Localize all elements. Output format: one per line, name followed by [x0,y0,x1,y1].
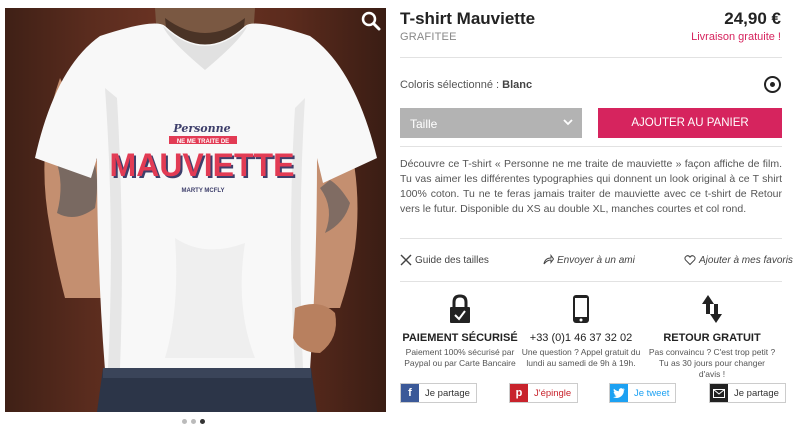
add-to-cart-button[interactable]: AJOUTER AU PANIER [598,108,782,138]
divider [400,146,782,147]
product-title: T-shirt Mauviette [400,9,536,28]
add-favorite-link[interactable]: Ajouter à mes favoris [684,254,793,266]
secure-payment-line-1: Paiement 100% sécurisé par [405,347,515,357]
product-description: Découvre ce T-shirt « Personne ne me tra… [400,158,782,215]
free-return-line-2: Tu as 30 jours pour changer d'avis ! [659,358,765,379]
share-twitter-button[interactable]: Je tweet [609,383,677,403]
size-guide-label: Guide des tailles [415,254,489,266]
free-return-title: RETOUR GRATUIT [663,332,761,344]
gallery-dot[interactable] [182,419,187,424]
share-arrow-icon [543,254,554,265]
share-facebook-button[interactable]: f Je partage [400,383,477,403]
zoom-icon[interactable] [360,10,382,32]
shipping-note: Livraison gratuite ! [691,31,781,43]
colour-label: Coloris sélectionné : [400,79,500,91]
lock-icon [450,294,470,323]
divider [400,238,782,239]
envelope-icon [710,384,728,402]
share-twitter-label: Je tweet [634,387,670,399]
gallery-dot-active[interactable] [200,419,205,424]
chevron-down-icon [563,119,573,126]
share-facebook-label: Je partage [425,387,470,399]
secure-payment-title: PAIEMENT SÉCURISÉ [402,332,518,344]
size-select[interactable]: Taille [400,108,582,138]
share-email-label: Je partage [734,387,779,399]
product-price: 24,90 € [724,9,781,28]
send-friend-link[interactable]: Envoyer à un ami [542,254,635,266]
share-pinterest-button[interactable]: p J'épingle [509,383,579,403]
print-line-1: Personne [172,122,230,135]
free-return-line-1: Pas convaincu ? C'est trop petit ? [648,347,776,357]
gallery-pagination [182,419,205,424]
product-brand[interactable]: GRAFITEE [400,31,457,43]
share-pinterest-label: J'épingle [534,387,572,399]
selected-colour: Coloris sélectionné : Blanc [400,79,532,91]
twitter-icon [610,384,628,402]
phone-support-line-1: Une question ? Appel gratuit du [521,347,641,357]
print-line-3: MAUVIETTE [110,147,295,183]
gallery-dot[interactable] [191,419,196,424]
swap-arrows-icon [702,295,722,323]
phone-icon [573,295,589,323]
phone-support-text: Une question ? Appel gratuit du lundi au… [517,347,645,369]
secure-payment-line-2: Paypal ou par Carte Bancaire [404,358,516,368]
size-guide-link[interactable]: Guide des tailles [400,254,489,266]
share-email-button[interactable]: Je partage [709,383,786,403]
facebook-icon: f [401,384,419,402]
colour-swatch-white[interactable] [764,76,781,93]
secure-payment-text: Paiement 100% sécurisé par Paypal ou par… [396,347,524,369]
send-friend-label: Envoyer à un ami [557,254,635,266]
phone-support-block: +33 (0)1 46 37 32 02 Une question ? Appe… [517,294,645,369]
heart-icon [684,255,696,266]
print-line-4: MARTY MCFLY [181,188,224,194]
tshirt-model-photo: Personne NE ME TRAITE DE MAUVIETTE MAUVI… [35,8,377,412]
size-select-label: Taille [410,117,438,131]
scissors-icon [400,254,412,266]
divider [400,281,782,282]
add-favorite-label: Ajouter à mes favoris [699,254,793,266]
divider [400,57,782,58]
pinterest-icon: p [510,384,528,402]
product-image[interactable]: Personne NE ME TRAITE DE MAUVIETTE MAUVI… [5,8,386,412]
support-phone-number[interactable]: +33 (0)1 46 37 32 02 [517,332,645,344]
print-line-2: NE ME TRAITE DE [177,139,229,145]
free-return-block: RETOUR GRATUIT Pas convaincu ? C'est tro… [648,294,776,380]
colour-value: Blanc [502,79,533,91]
free-return-text: Pas convaincu ? C'est trop petit ? Tu as… [648,347,776,380]
phone-support-line-2: lundi au samedi de 9h à 19h. [526,358,636,368]
secure-payment-block: PAIEMENT SÉCURISÉ Paiement 100% sécurisé… [396,294,524,369]
